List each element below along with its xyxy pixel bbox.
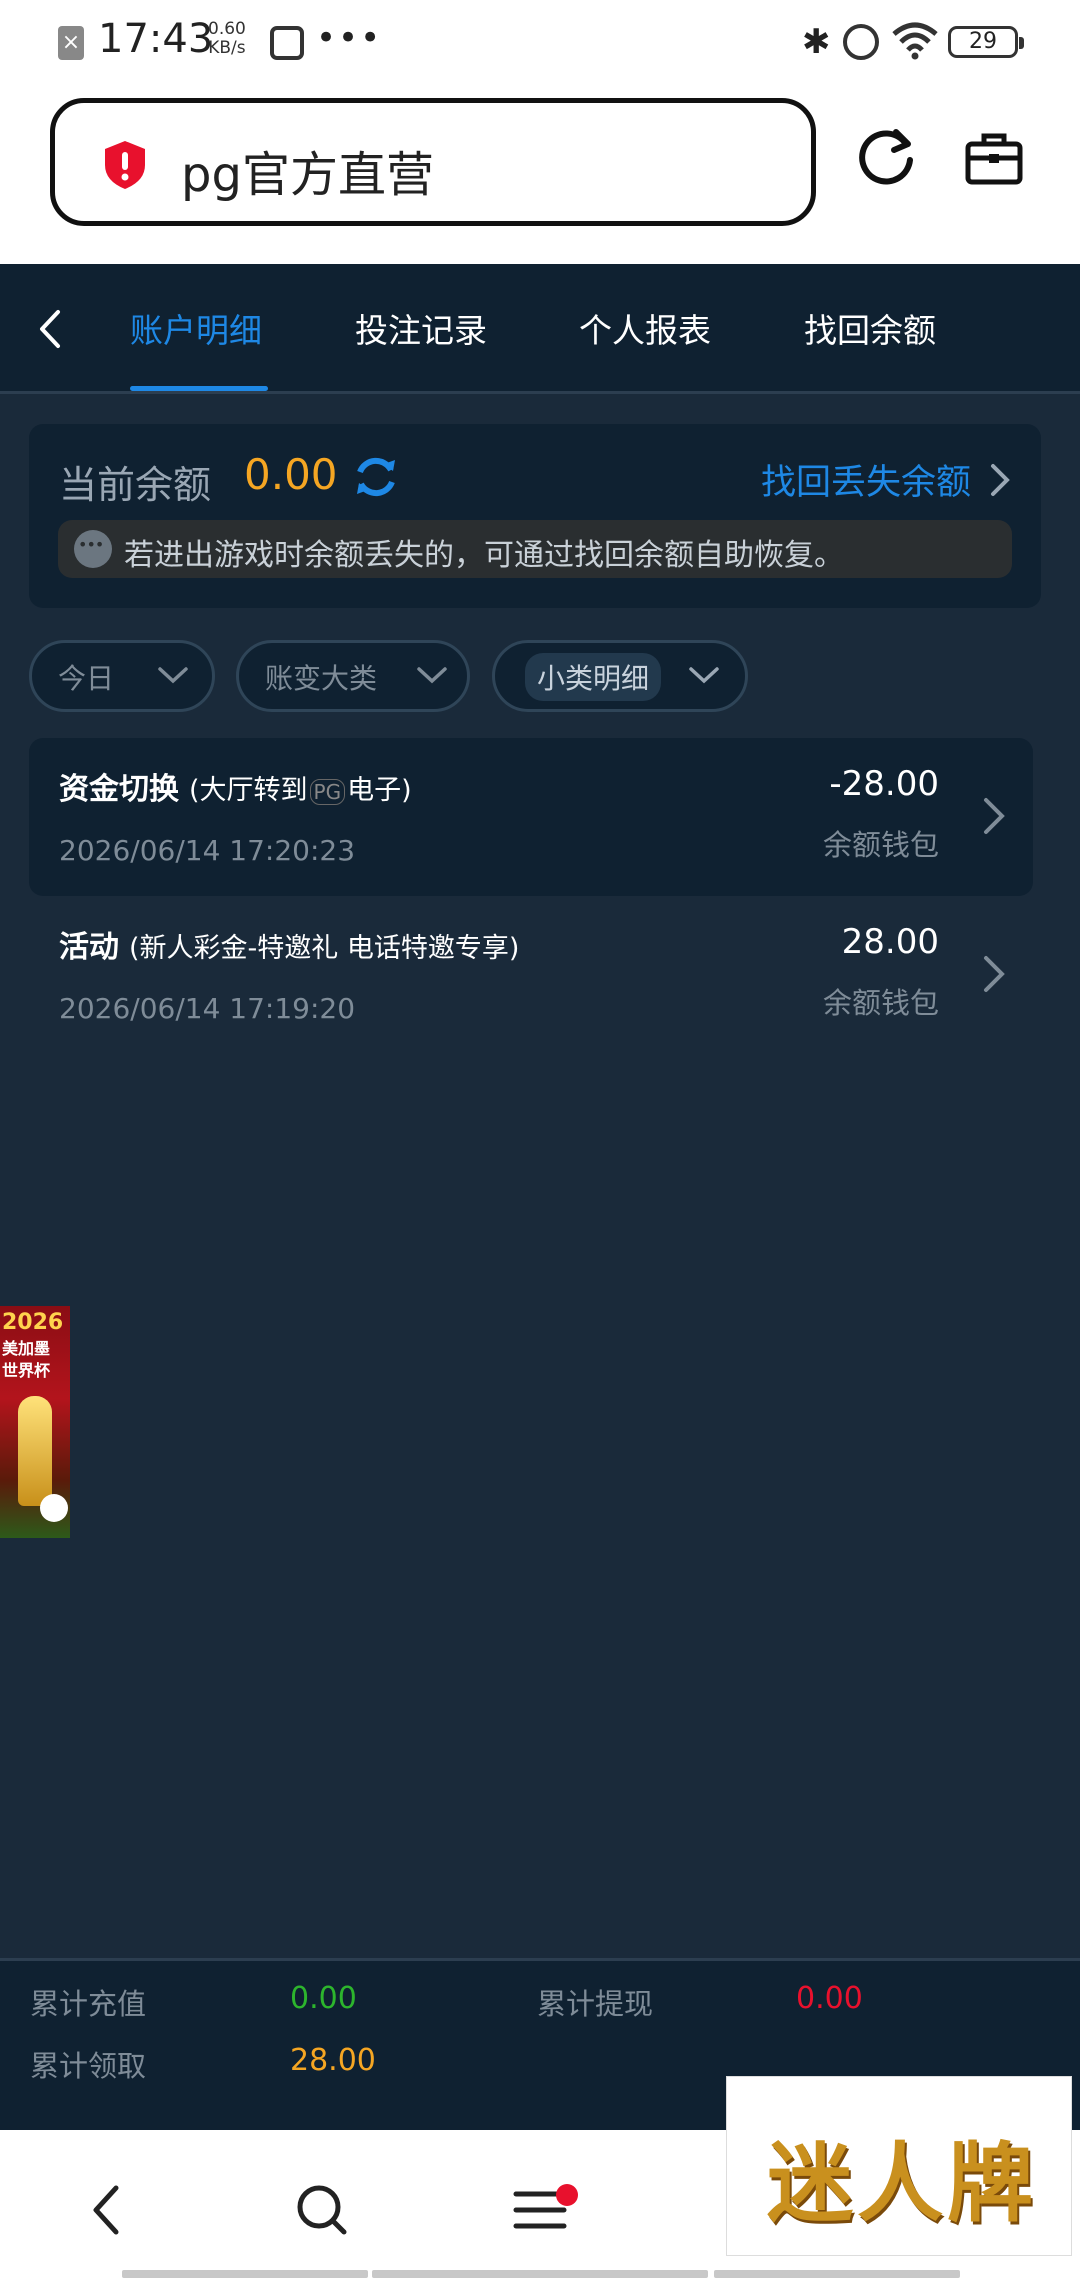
transaction-title: 活动 (新人彩金-特邀礼 电话特邀专享) xyxy=(59,922,519,966)
notice-bar: 若进出游戏时余额丢失的，可通过找回余额自助恢复。 xyxy=(58,520,1012,578)
world-cup-promo-banner[interactable]: 2026 美加墨 世界杯 xyxy=(0,1306,70,1538)
total-claimed-value: 28.00 xyxy=(290,2043,376,2078)
status-bar: × 17:43 0.60 KB/s ••• ✱ 29 xyxy=(0,0,1080,88)
status-time: 17:43 xyxy=(98,16,214,62)
total-withdraw-label: 累计提现 xyxy=(537,1987,654,2021)
brand-watermark-badge: 迷人牌 xyxy=(726,2076,1072,2256)
transaction-row[interactable]: 资金切换 (大厅转到 PG 电子) 2026/06/14 17:20:23 -28.0… xyxy=(29,738,1033,896)
notice-text: 若进出游戏时余额丢失的，可通过找回余额自助恢复。 xyxy=(124,538,844,573)
tab-account-details[interactable]: 账户明细 xyxy=(130,304,262,352)
tab-personal-report[interactable]: 个人报表 xyxy=(579,304,711,352)
balance-value: 0.00 xyxy=(244,450,338,499)
back-chevron-icon[interactable] xyxy=(30,304,70,354)
notification-dot xyxy=(556,2184,578,2206)
reload-icon[interactable] xyxy=(856,126,918,188)
chevron-right-icon[interactable] xyxy=(987,460,1013,500)
alarm-icon xyxy=(843,24,879,60)
network-speed-value: 0.60 xyxy=(208,19,246,39)
transaction-subtitle: (大厅转到 PG 电子) xyxy=(189,775,412,806)
total-withdraw-value: 0.00 xyxy=(796,1981,863,2016)
security-warning-icon[interactable] xyxy=(101,139,149,191)
filter-main-category-label: 账变大类 xyxy=(265,662,378,695)
url-text[interactable]: pg官方直营 xyxy=(181,135,434,205)
gesture-bar-segment xyxy=(714,2270,960,2278)
transaction-date: 2026/06/14 17:19:20 xyxy=(59,992,356,1025)
promo-title-line2: 世界杯 xyxy=(2,1361,51,1380)
tab-recover-balance[interactable]: 找回余额 xyxy=(804,304,936,352)
network-speed: 0.60 KB/s xyxy=(208,20,246,58)
transaction-amount: 28.00 xyxy=(841,922,939,962)
tab-bet-records[interactable]: 投注记录 xyxy=(355,304,487,352)
total-claimed-label: 累计领取 xyxy=(30,2049,147,2083)
transaction-wallet: 余额钱包 xyxy=(822,986,939,1020)
chevron-right-icon xyxy=(984,798,1005,834)
transaction-wallet: 余额钱包 xyxy=(822,828,939,862)
filter-main-category[interactable]: 账变大类 xyxy=(236,640,470,712)
filter-date[interactable]: 今日 xyxy=(29,640,215,712)
transaction-subtitle-post: 电子) xyxy=(347,775,412,806)
balance-card: 当前余额 0.00 找回丢失余额 若进出游戏时余额丢失的，可通过找回余额自助恢复… xyxy=(29,424,1041,608)
chevron-down-icon xyxy=(689,667,719,684)
transaction-row[interactable]: 活动 (新人彩金-特邀礼 电话特邀专享) 2026/06/14 17:19:20 … xyxy=(29,896,1033,1054)
filter-sub-category-label: 小类明细 xyxy=(525,653,662,701)
promo-title: 美加墨 世界杯 xyxy=(2,1338,50,1382)
transaction-subtitle-pre: (大厅转到 xyxy=(189,775,308,806)
football-icon xyxy=(40,1494,68,1522)
transaction-date: 2026/06/14 17:20:23 xyxy=(59,834,356,867)
browser-address-bar: pg官方直营 xyxy=(0,88,1080,264)
filter-sub-category[interactable]: 小类明细 xyxy=(492,640,748,712)
total-recharge-label: 累计充值 xyxy=(30,1987,147,2021)
close-notification-icon: × xyxy=(58,26,84,60)
recover-lost-balance-link[interactable]: 找回丢失余额 xyxy=(761,454,971,505)
refresh-balance-icon[interactable] xyxy=(351,452,401,502)
wifi-icon xyxy=(892,22,938,60)
total-recharge-value: 0.00 xyxy=(290,1981,357,2016)
url-field[interactable]: pg官方直营 xyxy=(50,98,816,226)
browser-back-icon[interactable] xyxy=(86,2182,126,2238)
chevron-down-icon xyxy=(158,667,188,684)
pg-logo: PG xyxy=(309,778,346,805)
gesture-bar-segment xyxy=(372,2270,708,2278)
promo-year: 2026 xyxy=(2,1310,64,1335)
transaction-type: 活动 xyxy=(59,930,119,965)
transaction-amount: -28.00 xyxy=(829,764,939,804)
transaction-subtitle: (新人彩金-特邀礼 电话特邀专享) xyxy=(129,933,520,964)
transaction-title: 资金切换 (大厅转到 PG 电子) xyxy=(59,764,412,808)
bus-icon xyxy=(270,26,304,60)
chevron-down-icon xyxy=(417,667,447,684)
bluetooth-icon: ✱ xyxy=(802,22,831,62)
network-speed-unit: KB/s xyxy=(208,38,246,58)
tab-bar: 账户明细 投注记录 个人报表 找回余额 xyxy=(0,264,1080,394)
transaction-type: 资金切换 xyxy=(59,772,179,807)
balance-label: 当前余额 xyxy=(59,463,212,507)
message-icon xyxy=(74,530,112,568)
account-details-page: 账户明细 投注记录 个人报表 找回余额 当前余额 0.00 找回丢失余额 若进出… xyxy=(0,264,1080,2130)
chevron-right-icon xyxy=(984,956,1005,992)
promo-title-line1: 美加墨 xyxy=(2,1339,51,1358)
search-icon[interactable] xyxy=(294,2182,350,2238)
filter-date-label: 今日 xyxy=(58,662,115,695)
active-tab-indicator xyxy=(130,386,268,391)
gesture-bar-segment xyxy=(122,2270,368,2278)
toolbox-icon[interactable] xyxy=(964,130,1024,186)
battery-indicator: 29 xyxy=(948,26,1024,58)
brand-watermark-text: 迷人牌 xyxy=(767,2133,1037,2234)
more-notifications-icon: ••• xyxy=(316,18,383,58)
trophy-icon xyxy=(18,1396,52,1506)
